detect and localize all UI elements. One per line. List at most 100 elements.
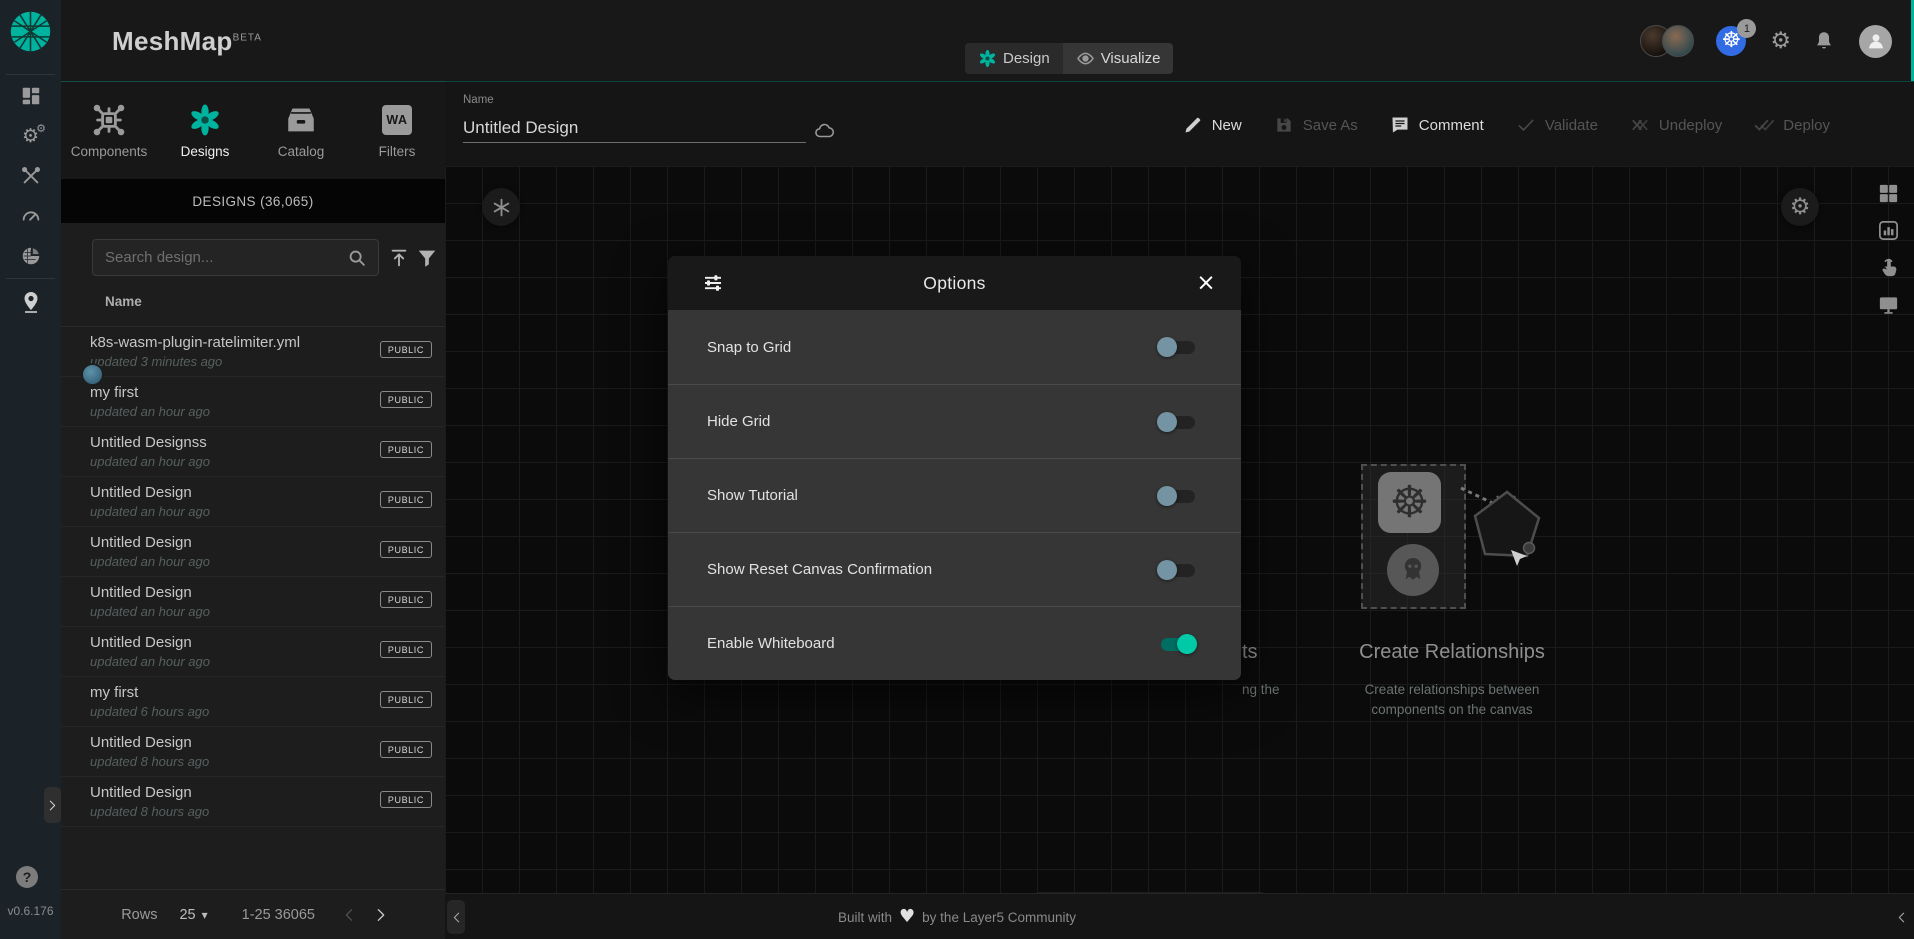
design-row[interactable]: my firstupdated an hour agoPUBLIC	[61, 377, 445, 427]
option-label: Snap to Grid	[707, 339, 1157, 356]
tab-components[interactable]: Components	[61, 82, 157, 179]
tab-label: Filters	[379, 144, 416, 159]
toggle-show-reset-canvas-confirmation[interactable]	[1157, 559, 1197, 581]
sidebar-item-lifecycle-gears[interactable]: ⚙⚙	[16, 124, 46, 148]
design-search-input[interactable]	[93, 249, 346, 266]
search-icon[interactable]	[346, 247, 368, 269]
next-page-button[interactable]	[373, 907, 389, 923]
collapse-left-panel-button[interactable]	[447, 900, 465, 934]
sidebar-item-performance-gauge[interactable]	[16, 204, 46, 228]
design-name-input[interactable]	[463, 114, 806, 143]
toggle-enable-whiteboard[interactable]	[1157, 633, 1197, 655]
location-pin-icon	[19, 289, 43, 315]
close-icon[interactable]: ×	[1193, 270, 1219, 296]
design-updated: updated an hour ago	[90, 404, 210, 419]
visibility-badge: PUBLIC	[380, 741, 432, 758]
toggle-knob	[1177, 634, 1197, 654]
sidebar-item-dashboard[interactable]	[16, 84, 46, 108]
comment-button[interactable]: Comment	[1390, 115, 1484, 135]
eye-icon	[1076, 49, 1095, 68]
settings-gear-icon[interactable]: ⚙	[1770, 30, 1791, 53]
design-row[interactable]: Untitled Designssupdated an hour agoPUBL…	[61, 427, 445, 477]
tab-filters[interactable]: WAFilters	[349, 82, 445, 179]
kubernetes-context-button[interactable]: ☸ 1	[1716, 26, 1746, 56]
previous-page-button[interactable]	[341, 907, 357, 923]
rows-label: Rows	[121, 907, 157, 923]
filter-button[interactable]	[416, 247, 438, 274]
tab-catalog[interactable]: Catalog	[253, 82, 349, 179]
interact-touch-dock-button[interactable]	[1874, 253, 1902, 281]
design-updated: updated 8 hours ago	[90, 804, 209, 819]
design-row[interactable]: k8s-wasm-plugin-ratelimiter.ymlupdated 3…	[61, 327, 445, 377]
sidebar-item-configuration-tools[interactable]	[16, 164, 46, 188]
design-row[interactable]: Untitled Designupdated 8 hours agoPUBLIC	[61, 727, 445, 777]
app-title: MeshMapBETA	[112, 26, 262, 57]
tab-label: Designs	[181, 144, 230, 159]
footer-text: Built with	[838, 910, 892, 925]
squid-icon	[1396, 553, 1430, 587]
tab-designs[interactable]: Designs	[157, 82, 253, 179]
occluded-card-subtitle-fragment: ng the	[1242, 682, 1280, 697]
toggle-knob	[1157, 486, 1177, 506]
toggle-hide-grid[interactable]	[1157, 411, 1197, 433]
visibility-badge: PUBLIC	[380, 491, 432, 508]
panels-grid-dock-button[interactable]	[1874, 179, 1902, 207]
onboarding-kubernetes-node: ☸	[1378, 472, 1441, 533]
search-row	[61, 223, 445, 295]
pagination-bar: Rows 25 ▾ 1-25 36065	[61, 889, 445, 939]
footer-credit: Built with ♥ by the Layer5 Community	[838, 894, 1076, 939]
display-dock-button[interactable]	[1874, 290, 1902, 318]
designs-panel: Components Designs Catalog WAFilters DESIGN…	[61, 81, 445, 939]
designs-count-header: DESIGNS (36,065)	[61, 179, 445, 223]
save-as-button[interactable]: Save As	[1274, 115, 1358, 135]
collapse-right-panel-button[interactable]	[1892, 900, 1910, 934]
tab-label: Components	[71, 144, 148, 159]
toggle-snap-to-grid[interactable]	[1157, 336, 1197, 358]
help-button[interactable]: ?	[16, 866, 38, 888]
layer5-logo-icon[interactable]	[9, 10, 52, 53]
notifications-bell-icon[interactable]	[1813, 30, 1835, 52]
design-updated: updated an hour ago	[90, 504, 210, 519]
canvas-settings-button[interactable]: ⚙	[1781, 188, 1819, 226]
extensions-icon	[20, 245, 42, 267]
design-row[interactable]: Untitled Designupdated an hour agoPUBLIC	[61, 577, 445, 627]
rows-per-page-select[interactable]: 25	[179, 907, 195, 923]
design-row[interactable]: Untitled Designupdated 8 hours agoPUBLIC	[61, 777, 445, 827]
design-row[interactable]: my firstupdated 6 hours agoPUBLIC	[61, 677, 445, 727]
design-row[interactable]: Untitled Designupdated an hour agoPUBLIC	[61, 477, 445, 527]
onboarding-subtitle: components on the canvas	[1302, 702, 1602, 717]
tab-label: Catalog	[278, 144, 325, 159]
design-name: Untitled Design	[90, 634, 192, 651]
design-row[interactable]: Untitled Designupdated an hour agoPUBLIC	[61, 627, 445, 677]
arrange-layout-button[interactable]	[482, 188, 520, 226]
sidebar-item-extensions[interactable]	[16, 244, 46, 268]
mode-design[interactable]: Design	[965, 43, 1063, 74]
design-name: Untitled Design	[90, 734, 192, 751]
collaborator-avatar[interactable]	[1662, 25, 1694, 57]
comment-icon	[1390, 115, 1410, 135]
onboarding-meshery-node	[1387, 544, 1439, 596]
mode-visualize[interactable]: Visualize	[1063, 43, 1174, 74]
validate-button[interactable]: Validate	[1516, 115, 1598, 135]
upload-icon	[388, 247, 410, 269]
undeploy-button[interactable]: Undeploy	[1630, 115, 1722, 135]
deploy-button[interactable]: Deploy	[1754, 115, 1830, 135]
options-modal-header: Options ×	[668, 256, 1241, 310]
upload-design-button[interactable]	[388, 247, 410, 274]
toggle-show-tutorial[interactable]	[1157, 485, 1197, 507]
sidebar-expand-button[interactable]	[44, 787, 61, 823]
version-label: v0.6.176	[0, 904, 61, 918]
analytics-dock-button[interactable]	[1874, 216, 1902, 244]
onboarding-pentagon-shape	[1463, 484, 1549, 570]
user-avatar[interactable]	[1859, 25, 1892, 58]
sidebar-item-meshmap[interactable]	[0, 289, 61, 315]
dashboard-icon	[20, 85, 42, 107]
design-toolbar: New Save As Comment Validate Undeploy Deploy	[1183, 110, 1830, 140]
new-button[interactable]: New	[1183, 115, 1242, 135]
toolbar-button-label: Deploy	[1783, 117, 1830, 134]
display-icon	[1877, 293, 1900, 316]
chevron-left-icon	[1895, 911, 1908, 924]
design-row[interactable]: Untitled Designupdated an hour agoPUBLIC	[61, 527, 445, 577]
left-nav-rail: ⚙⚙ ? v0.6.176	[0, 0, 61, 939]
header-actions: ☸ 1 ⚙	[1640, 22, 1892, 60]
